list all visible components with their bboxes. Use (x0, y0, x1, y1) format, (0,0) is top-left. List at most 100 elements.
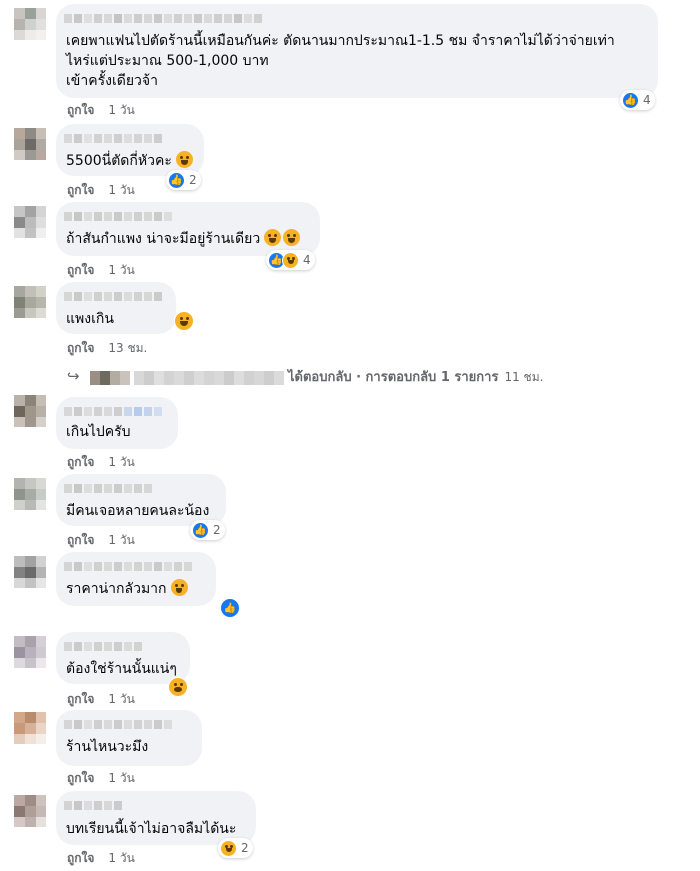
comment-actions: ถูกใจ 1 วัน (67, 690, 135, 709)
timestamp[interactable]: 1 วัน (108, 455, 134, 469)
reaction-count: 4 (643, 93, 651, 107)
comment-bubble: 5500นี่ตัดกี่หัวคะ (56, 124, 204, 176)
comment-bubble: ต้องใช่ร้านนั้นแน่ๆ (56, 632, 190, 684)
reply-summary[interactable]: ได้ตอบกลับ · การตอบกลับ 1 รายการ (288, 370, 498, 385)
reaction-count: 2 (213, 523, 221, 537)
comment-text: ไหร่แต่ประมาณ 500-1,000 บาท (66, 53, 269, 69)
commenter-name[interactable] (64, 717, 194, 729)
avatar[interactable] (14, 795, 46, 827)
reaction-summary[interactable]: 👍 2 (190, 520, 225, 540)
reaction-summary[interactable]: 👍 4 (620, 90, 655, 110)
comment-actions: ถูกใจ 1 วัน (67, 453, 135, 472)
like-icon: 👍 (622, 91, 639, 109)
haha-icon (220, 839, 237, 857)
tears-emoji (175, 151, 193, 168)
reaction-count: 2 (189, 173, 197, 187)
comment-text-content: 5500นี่ตัดกี่หัวคะ (66, 153, 172, 169)
avatar[interactable] (14, 712, 46, 744)
comment-text-content: ถ้าสันกำแพง น่าจะมีอยู่ร้านเดียว (66, 231, 261, 247)
wow-icon (168, 677, 188, 697)
comment-text: เข้าครั้งเดียวจ้า (66, 73, 158, 89)
timestamp[interactable]: 1 วัน (108, 263, 134, 277)
comment-bubble: ราคาน่ากลัวมาก (56, 552, 216, 606)
like-button[interactable]: ถูกใจ (67, 692, 94, 706)
comment-text: 5500นี่ตัดกี่หัวคะ (66, 151, 193, 171)
avatar[interactable] (14, 395, 46, 427)
reaction-summary[interactable] (166, 677, 192, 697)
avatar[interactable] (14, 636, 46, 668)
comment-text: เกินไปครับ (66, 424, 131, 440)
reply-timestamp: 11 ชม. (504, 370, 544, 384)
timestamp[interactable]: 13 ชม. (108, 341, 147, 355)
haha-icon (282, 251, 299, 269)
comment-actions: ถูกใจ 1 วัน (67, 101, 135, 120)
avatar[interactable] (14, 206, 46, 238)
reaction-count: 4 (303, 253, 311, 267)
replier-avatar (89, 370, 130, 385)
comment-text: ถ้าสันกำแพง น่าจะมีอยู่ร้านเดียว (66, 229, 301, 249)
avatar[interactable] (14, 128, 46, 160)
like-button[interactable]: ถูกใจ (67, 771, 94, 785)
reaction-summary[interactable]: 👍 2 (166, 170, 201, 190)
grin-emoji (170, 579, 188, 596)
laughing-tears-emoji (264, 229, 282, 246)
comment-actions: ถูกใจ 1 วัน (67, 261, 135, 280)
avatar[interactable] (14, 478, 46, 510)
comment-text: ราคาน่ากลัวมาก (66, 579, 188, 599)
commenter-name[interactable] (64, 481, 164, 493)
comment-text: บทเรียนนี้เจ้าไม่อาจลืมได้นะ (66, 821, 237, 837)
comment-actions: ถูกใจ 1 วัน (67, 531, 135, 550)
reaction-summary[interactable]: 2 (218, 838, 253, 858)
comment-actions: ถูกใจ 1 วัน (67, 769, 135, 788)
commenter-name[interactable] (64, 289, 168, 301)
commenter-name[interactable] (64, 404, 180, 416)
laughing-tears-emoji (283, 229, 301, 246)
comment-text-content: ราคาน่ากลัวมาก (66, 581, 167, 597)
timestamp[interactable]: 1 วัน (108, 533, 134, 547)
comment-bubble: เคยพาแฟนไปตัดร้านนี้เหมือนกันค่ะ ตัดนานม… (56, 4, 658, 98)
comment-text: มีคนเจอหลายคนละน้อง (66, 503, 210, 519)
like-button[interactable]: ถูกใจ (67, 533, 94, 547)
avatar[interactable] (14, 8, 46, 40)
comment-text: เคยพาแฟนไปตัดร้านนี้เหมือนกันค่ะ ตัดนานม… (66, 33, 615, 49)
like-button[interactable]: ถูกใจ (67, 341, 94, 355)
reaction-summary[interactable]: 👍 (218, 598, 244, 618)
like-button[interactable]: ถูกใจ (67, 103, 94, 117)
reaction-summary[interactable] (172, 311, 198, 331)
comment-bubble: แพงเกิน (56, 282, 176, 334)
like-icon: 👍 (220, 598, 240, 618)
comment-text: ร้านไหนวะมึง (66, 739, 149, 755)
view-replies-link[interactable]: ↪ ได้ตอบกลับ · การตอบกลับ 1 รายการ 11 ชม. (67, 366, 543, 387)
timestamp[interactable]: 1 วัน (108, 103, 134, 117)
commenter-name[interactable] (64, 131, 174, 143)
haha-icon (174, 311, 194, 331)
timestamp[interactable]: 1 วัน (108, 183, 134, 197)
comment-actions: ถูกใจ 13 ชม. (67, 339, 147, 358)
like-button[interactable]: ถูกใจ (67, 455, 94, 469)
like-button[interactable]: ถูกใจ (67, 263, 94, 277)
comment-actions: ถูกใจ 1 วัน (67, 181, 135, 200)
like-icon: 👍 (168, 171, 185, 189)
commenter-name[interactable] (64, 209, 184, 221)
comment-bubble: เกินไปครับ (56, 397, 178, 449)
timestamp[interactable]: 1 วัน (108, 771, 134, 785)
commenter-name[interactable] (64, 11, 274, 23)
avatar[interactable] (14, 286, 46, 318)
like-icon: 👍 (192, 521, 209, 539)
comment-text: แพงเกิน (66, 311, 114, 327)
timestamp[interactable]: 1 วัน (108, 851, 134, 865)
replier-name (133, 370, 284, 385)
commenter-name[interactable] (64, 798, 134, 810)
like-button[interactable]: ถูกใจ (67, 851, 94, 865)
commenter-name[interactable] (64, 559, 214, 571)
comment-bubble: ถ้าสันกำแพง น่าจะมีอยู่ร้านเดียว (56, 202, 320, 256)
comment-text: ต้องใช่ร้านนั้นแน่ๆ (66, 661, 177, 677)
reaction-summary[interactable]: 👍 4 (266, 250, 315, 270)
timestamp[interactable]: 1 วัน (108, 692, 134, 706)
like-button[interactable]: ถูกใจ (67, 183, 94, 197)
reply-arrow-icon: ↪ (67, 367, 80, 385)
avatar[interactable] (14, 556, 46, 588)
comment-bubble: มีคนเจอหลายคนละน้อง (56, 474, 226, 526)
commenter-name[interactable] (64, 639, 160, 651)
reaction-count: 2 (241, 841, 249, 855)
